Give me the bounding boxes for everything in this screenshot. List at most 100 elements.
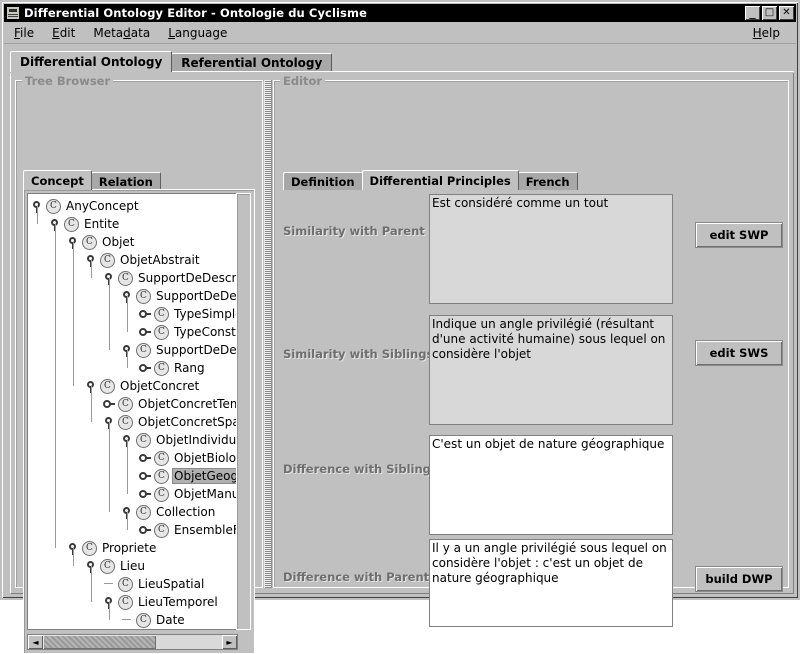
tree-node-label: EnsembleFini	[174, 523, 238, 537]
tree-node-label: Objet	[102, 235, 135, 249]
menu-metadata[interactable]: Metadata	[85, 24, 158, 42]
tree-node[interactable]: C SupportDeDescription	[28, 269, 237, 287]
concept-icon: C	[46, 198, 61, 214]
tree-node[interactable]: C ObjetIndividuel	[28, 431, 237, 449]
tree-node[interactable]: C LieuTemporel	[28, 593, 237, 611]
editor-action-button[interactable]: edit SWP	[695, 222, 783, 248]
menu-file[interactable]: File	[6, 24, 42, 42]
tree-connector-line	[127, 350, 128, 368]
menu-edit[interactable]: Edit	[44, 24, 83, 42]
tree-expand-handle-closed-icon[interactable]	[136, 521, 154, 539]
concept-icon: C	[118, 576, 133, 592]
editor-action-button[interactable]: build DWP	[695, 566, 783, 592]
tree-node[interactable]: C ObjetConcret	[28, 377, 237, 395]
tree-connector-line	[73, 548, 74, 566]
window-title: Differential Ontology Editor - Ontologie…	[24, 6, 367, 20]
scroll-right-arrow-icon[interactable]: ►	[222, 635, 237, 649]
tab-referential-ontology-label: Referential Ontology	[181, 56, 323, 70]
editor-field-label: Similarity with Parent :	[283, 224, 434, 238]
close-icon: ✕	[782, 7, 791, 18]
tree-connector-line	[55, 224, 56, 548]
maximize-button[interactable]: □	[762, 6, 777, 20]
tab-referential-ontology[interactable]: Referential Ontology	[171, 53, 333, 72]
tab-french[interactable]: French	[517, 172, 578, 190]
tab-differential-principles[interactable]: Differential Principles	[361, 170, 519, 190]
tree-node-label: ObjetAbstrait	[120, 253, 200, 267]
editor-action-button[interactable]: edit SWS	[695, 340, 783, 366]
tree-node-label: LieuSpatial	[138, 577, 205, 591]
tree-node[interactable]: C LieuSpatial	[28, 575, 237, 593]
tree-node-label: ObjetConcretTemporel	[138, 397, 238, 411]
tree-node[interactable]: CObjetGeographique	[28, 467, 237, 485]
menu-language[interactable]: Language	[160, 24, 235, 42]
tree-node[interactable]: C SupportDeDescriptionType	[28, 287, 237, 305]
tree-node[interactable]: C EnsembleFini	[28, 521, 238, 539]
application-window: Differential Ontology Editor - Ontologie…	[0, 0, 800, 654]
tree-connector-line	[127, 296, 128, 332]
editor-title: Editor	[280, 74, 326, 88]
concept-icon: C	[118, 594, 133, 610]
menu-help[interactable]: Help	[745, 24, 788, 42]
tab-relation[interactable]: Relation	[90, 172, 161, 190]
concept-icon: C	[82, 540, 97, 556]
hscroll-track[interactable]	[43, 635, 222, 649]
tree-node[interactable]: C SupportDeDescriptionRang	[28, 341, 237, 359]
tab-concept[interactable]: Concept	[23, 170, 92, 190]
tree-node[interactable]: C TypeSimple	[28, 305, 237, 323]
tree-node[interactable]: C Lieu	[28, 557, 237, 575]
editor-text-field[interactable]: Indique un angle privilégié (résultant d…	[429, 315, 673, 425]
tree-node[interactable]: C Date	[28, 611, 237, 629]
split-pane-divider[interactable]	[264, 80, 272, 588]
tree-node[interactable]: C Propriete	[28, 539, 237, 557]
tree-node[interactable]: C TypeConstruit	[28, 323, 237, 341]
tree-node[interactable]: C ObjetAbstrait	[28, 251, 237, 269]
main-content-panel: Tree Browser Editor Concept Relation Def…	[10, 72, 794, 654]
concept-icon: C	[100, 252, 115, 268]
tree-node[interactable]: C Objet	[28, 233, 237, 251]
hscroll-thumb[interactable]	[43, 635, 156, 649]
tree-node-label: Lieu	[120, 559, 146, 573]
tree-expand-handle-closed-icon[interactable]	[136, 467, 154, 485]
tree-node-label: AnyConcept	[66, 199, 139, 213]
tree-node[interactable]: C ObjetManufacture	[28, 485, 237, 503]
tree-expand-handle-closed-icon[interactable]	[136, 449, 154, 467]
tree-expand-handle-closed-icon[interactable]	[136, 485, 154, 503]
tree-node[interactable]: C ObjetConcretTemporel	[28, 395, 238, 413]
tree-vertical-scrollbar[interactable]	[236, 193, 251, 630]
concept-icon: C	[154, 486, 169, 502]
close-button[interactable]: ✕	[779, 6, 794, 20]
tree-leaf-connector-icon	[118, 611, 136, 629]
tree-node[interactable]: C ObjetConcretSpatial	[28, 413, 237, 431]
tree-viewport[interactable]: C AnyConcept C Entite C Objet C ObjetAbstrait C S…	[27, 193, 238, 630]
tree-connector-line	[91, 566, 92, 602]
tree-expand-handle-closed-icon[interactable]	[136, 323, 154, 341]
tab-definition[interactable]: Definition	[283, 172, 363, 190]
concept-icon: C	[82, 234, 97, 250]
tree-node[interactable]: C Entite	[28, 215, 237, 233]
tree-node[interactable]: C Rang	[28, 359, 237, 377]
minimize-button[interactable]: _	[745, 6, 760, 20]
tree-horizontal-scrollbar[interactable]: ◄ ►	[27, 634, 238, 650]
tree-node-label: Date	[156, 613, 185, 627]
app-icon	[6, 6, 20, 20]
tree-node[interactable]: C Collection	[28, 503, 237, 521]
scroll-left-arrow-icon[interactable]: ◄	[28, 635, 43, 649]
concept-icon: C	[136, 612, 151, 628]
tree-expand-handle-closed-icon[interactable]	[136, 359, 154, 377]
tree-leaf-connector-icon	[100, 575, 118, 593]
concept-icon: C	[100, 378, 115, 394]
tree-node-label: Collection	[156, 505, 216, 519]
concept-tree: C AnyConcept C Entite C Objet C ObjetAbstrait C S…	[28, 197, 238, 629]
tree-connector-line	[91, 260, 92, 278]
tree-node-label: ObjetConcret	[120, 379, 200, 393]
tree-expand-handle-closed-icon[interactable]	[136, 305, 154, 323]
editor-text-field[interactable]: C'est un objet de nature géographique	[429, 435, 673, 535]
tab-differential-ontology[interactable]: Differential Ontology	[10, 51, 173, 72]
tree-expand-handle-closed-icon[interactable]	[100, 395, 118, 413]
tree-node[interactable]: C AnyConcept	[28, 197, 237, 215]
tree-connector-line	[73, 242, 74, 386]
editor-text-field[interactable]: Il y a un angle privilégié sous lequel o…	[429, 539, 673, 627]
editor-text-field[interactable]: Est considéré comme un tout	[429, 194, 673, 304]
tree-node[interactable]: C ObjetBiologique	[28, 449, 237, 467]
tree-node-label: ObjetBiologique	[174, 451, 237, 465]
